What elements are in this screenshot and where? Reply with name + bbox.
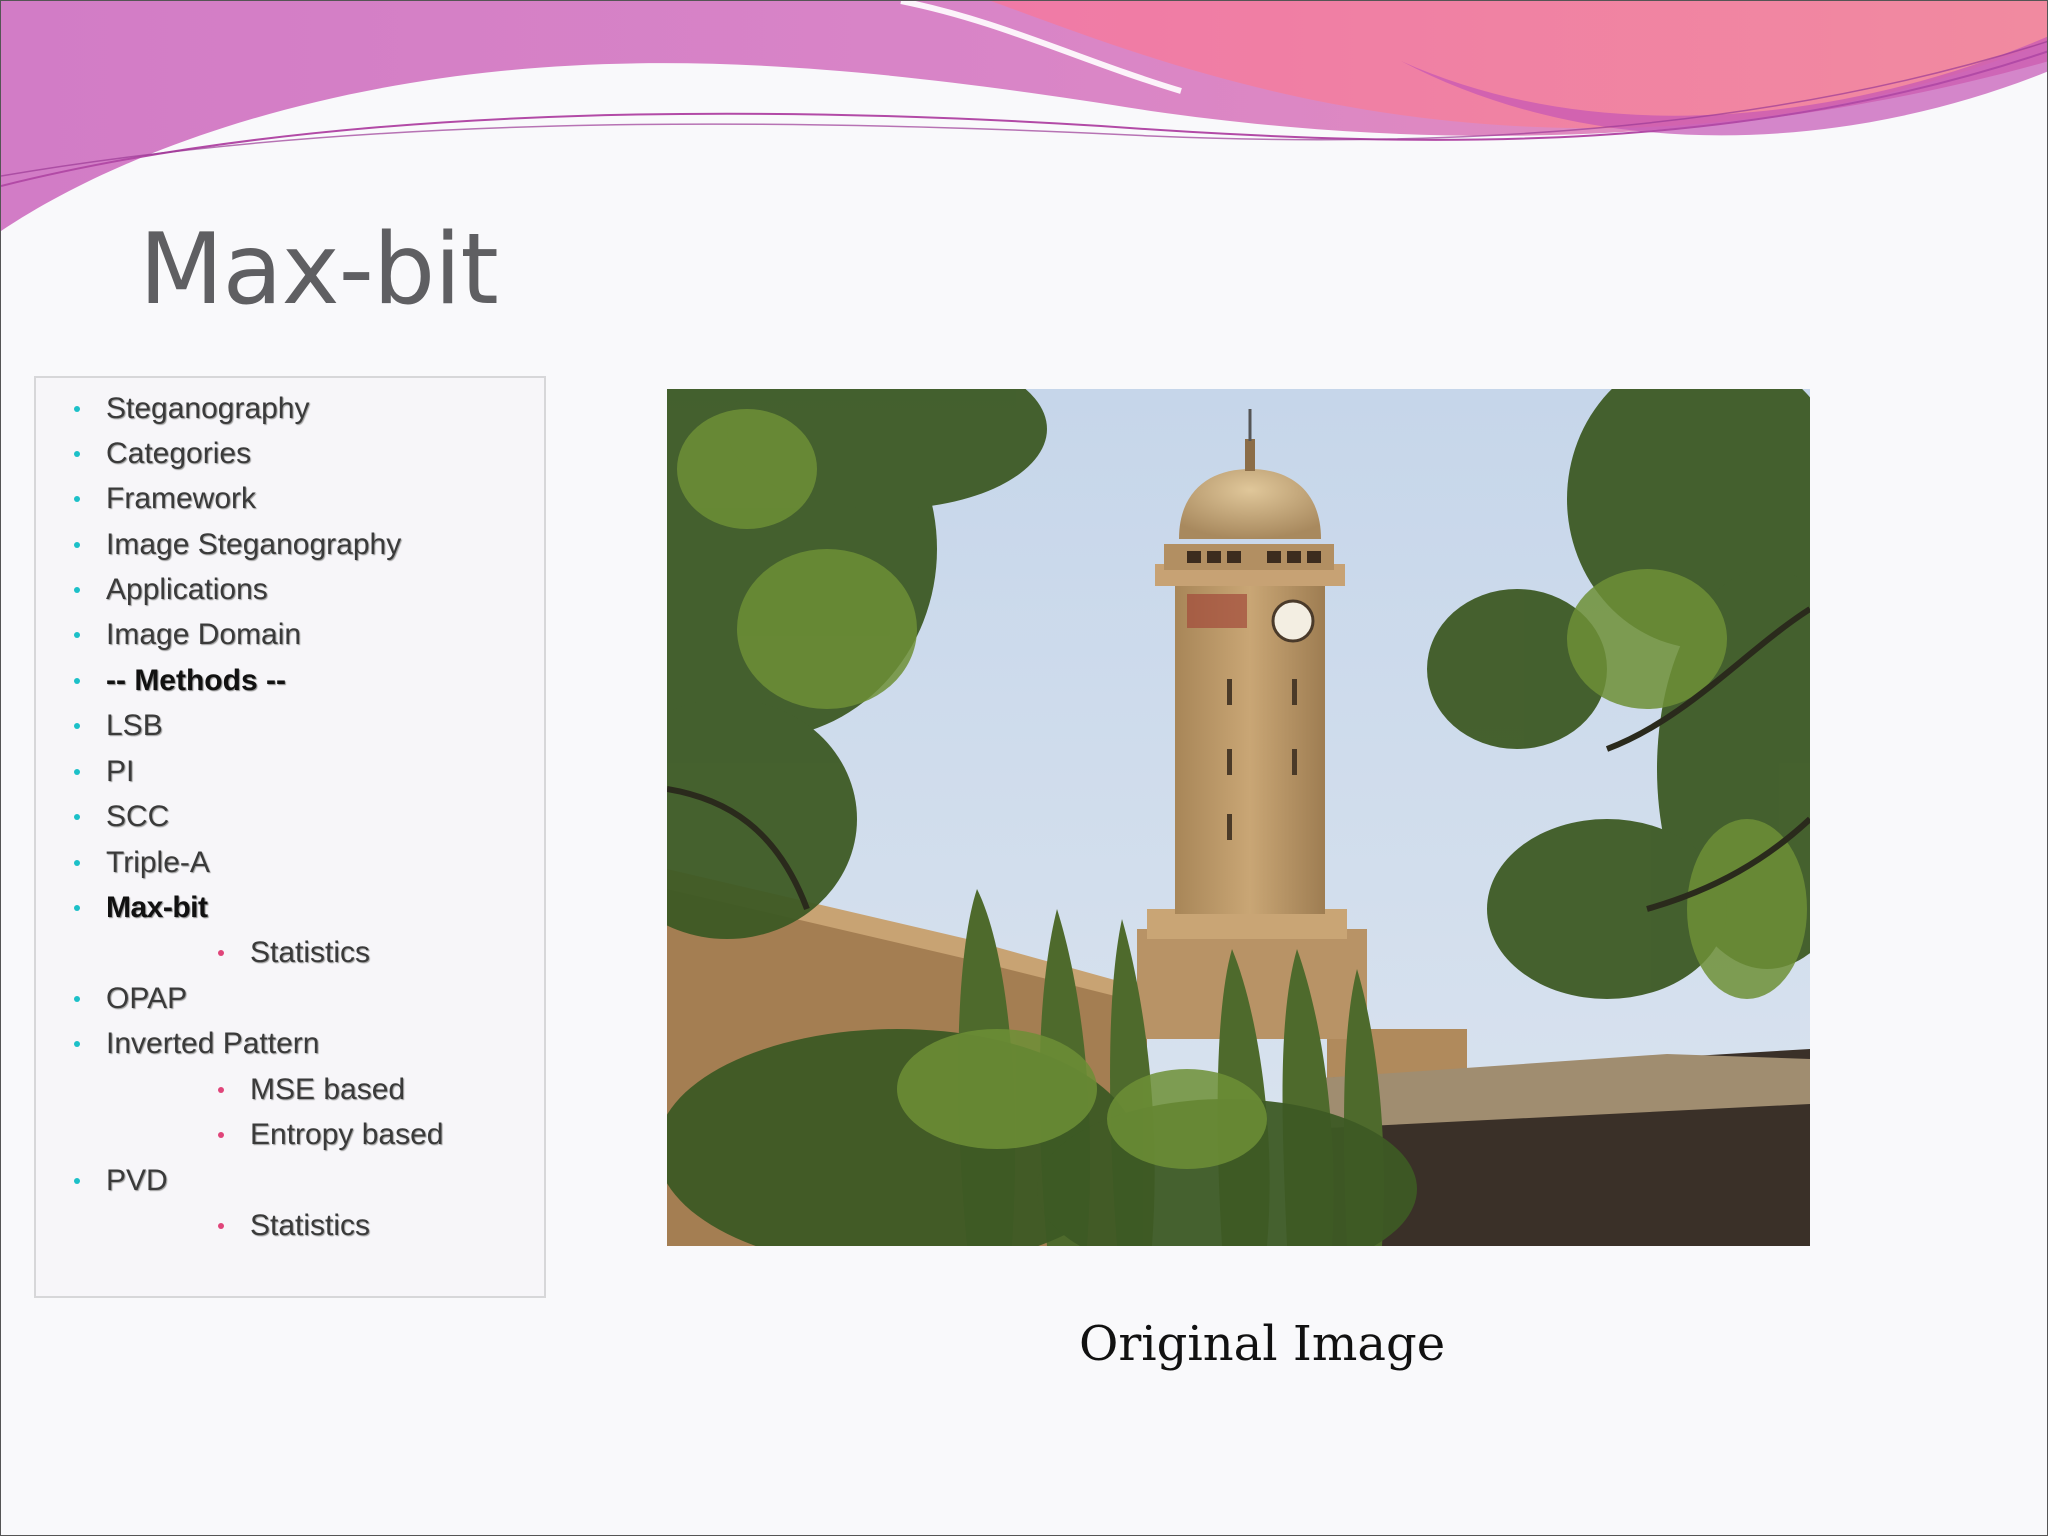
agenda-item[interactable]: Steganography xyxy=(74,392,310,426)
agenda-item-label: PVD xyxy=(106,1164,168,1197)
agenda-item-label: LSB xyxy=(106,709,163,742)
agenda-list: Steganography Categories Framework Image… xyxy=(34,376,546,1298)
header-wave-decoration xyxy=(1,1,2047,231)
agenda-item-label: Image Steganography xyxy=(106,528,402,561)
agenda-subitem[interactable]: Statistics xyxy=(218,936,371,970)
bullet-icon xyxy=(74,905,80,911)
agenda-section-heading: -- Methods -- xyxy=(74,664,286,698)
bullet-icon xyxy=(74,496,80,502)
sub-bullet-icon xyxy=(218,1087,224,1093)
agenda-item[interactable]: Framework xyxy=(74,482,257,516)
sub-bullet-icon xyxy=(218,1132,224,1138)
bullet-icon xyxy=(74,542,80,548)
agenda-item-label: MSE based xyxy=(250,1073,406,1106)
agenda-item-label: Statistics xyxy=(250,1209,371,1242)
bullet-icon xyxy=(74,678,80,684)
agenda-item-label: Categories xyxy=(106,437,252,470)
agenda-item[interactable]: Triple-A xyxy=(74,846,210,880)
bullet-icon xyxy=(74,1041,80,1047)
agenda-item[interactable]: Image Steganography xyxy=(74,528,402,562)
agenda-item[interactable]: PI xyxy=(74,755,135,789)
agenda-item[interactable]: OPAP xyxy=(74,982,188,1016)
agenda-item-current[interactable]: Max-bit xyxy=(74,891,208,925)
bullet-icon xyxy=(74,860,80,866)
bullet-icon xyxy=(74,451,80,457)
bullet-icon xyxy=(74,632,80,638)
bullet-icon xyxy=(74,406,80,412)
slide-title: Max-bit xyxy=(139,213,499,327)
clock-tower-photo xyxy=(667,389,1810,1246)
sub-bullet-icon xyxy=(218,1223,224,1229)
slide: Max-bit Steganography Categories Framewo… xyxy=(0,0,2048,1536)
agenda-item[interactable]: Categories xyxy=(74,437,252,471)
agenda-item-label: Max-bit xyxy=(106,891,208,924)
agenda-item[interactable]: Applications xyxy=(74,573,268,607)
bullet-icon xyxy=(74,723,80,729)
agenda-item-label: Statistics xyxy=(250,936,371,969)
bullet-icon xyxy=(74,587,80,593)
agenda-item-label: Entropy based xyxy=(250,1118,444,1151)
sub-bullet-icon xyxy=(218,950,224,956)
agenda-subitem[interactable]: Entropy based xyxy=(218,1118,444,1152)
agenda-item-label: -- Methods -- xyxy=(106,664,286,697)
agenda-item-label: PI xyxy=(106,755,135,788)
agenda-item[interactable]: Image Domain xyxy=(74,618,302,652)
agenda-item-label: Triple-A xyxy=(106,846,210,879)
image-caption: Original Image xyxy=(1079,1316,1446,1372)
agenda-item-label: OPAP xyxy=(106,982,188,1015)
bullet-icon xyxy=(74,996,80,1002)
agenda-item[interactable]: Inverted Pattern xyxy=(74,1027,320,1061)
original-image xyxy=(667,389,1810,1246)
agenda-item-label: Steganography xyxy=(106,392,310,425)
bullet-icon xyxy=(74,1178,80,1184)
bullet-icon xyxy=(74,814,80,820)
agenda-item-label: SCC xyxy=(106,800,170,833)
agenda-item[interactable]: LSB xyxy=(74,709,163,743)
agenda-subitem[interactable]: MSE based xyxy=(218,1073,406,1107)
agenda-item-label: Image Domain xyxy=(106,618,302,651)
agenda-item[interactable]: SCC xyxy=(74,800,170,834)
agenda-subitem[interactable]: Statistics xyxy=(218,1209,371,1243)
agenda-item-label: Applications xyxy=(106,573,268,606)
agenda-item[interactable]: PVD xyxy=(74,1164,168,1198)
agenda-item-label: Inverted Pattern xyxy=(106,1027,320,1060)
bullet-icon xyxy=(74,769,80,775)
agenda-item-label: Framework xyxy=(106,482,257,515)
